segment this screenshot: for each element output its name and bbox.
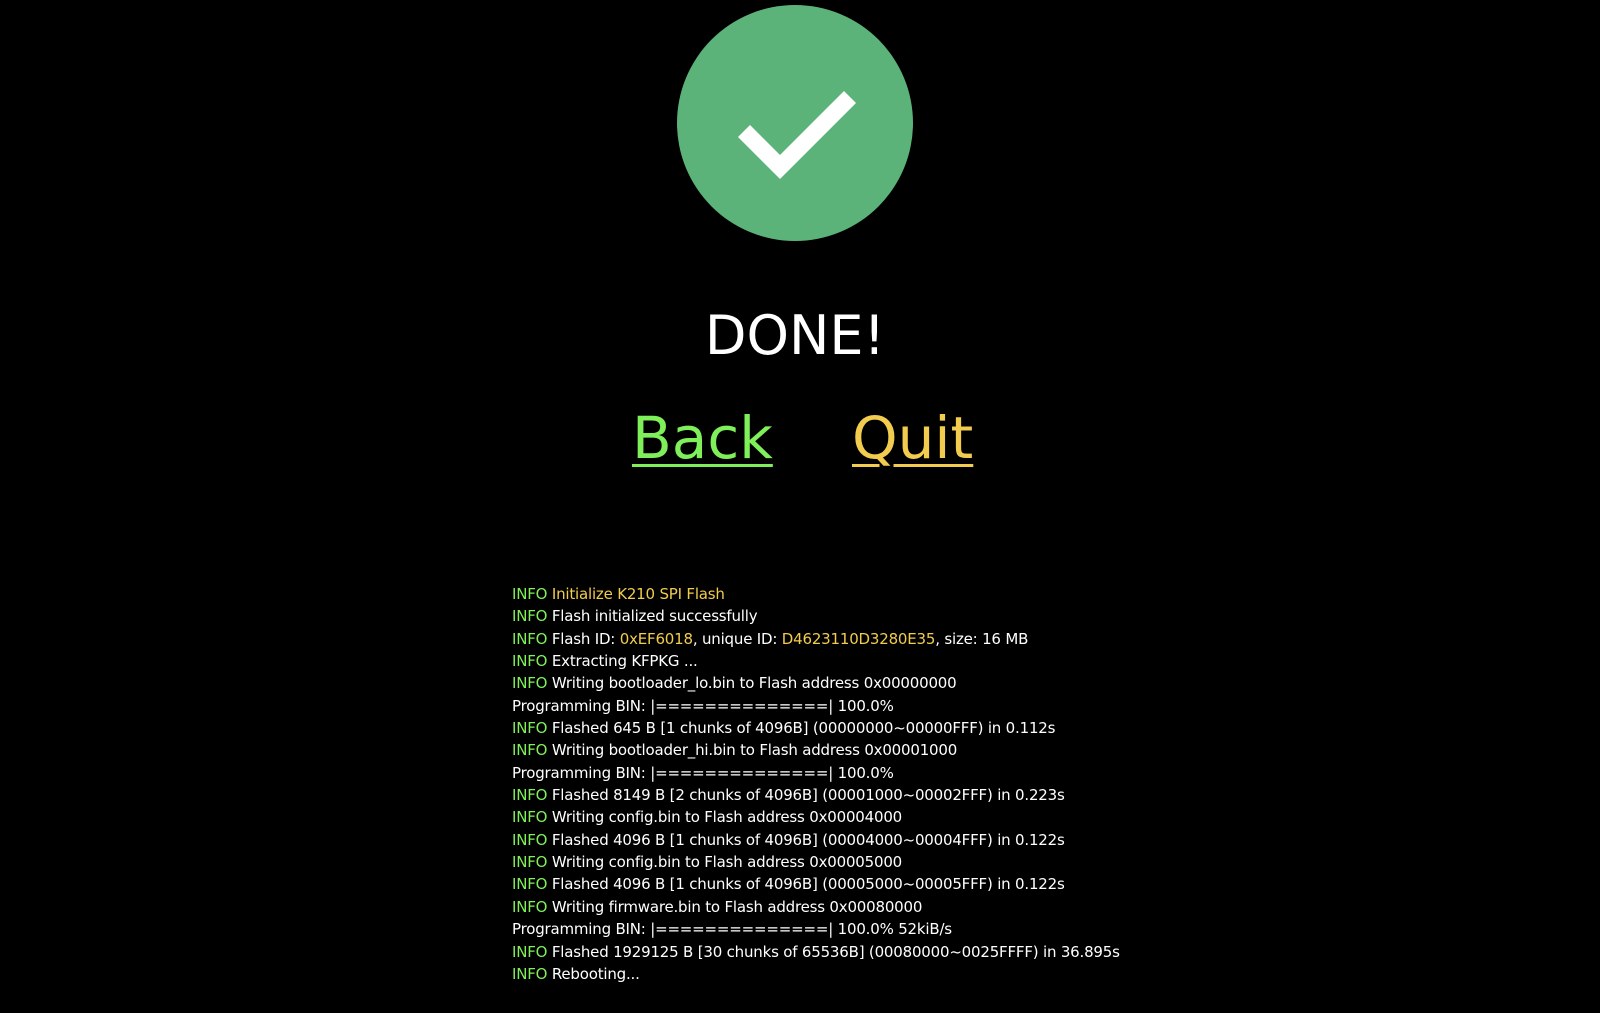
quit-link[interactable]: Quit bbox=[852, 400, 973, 476]
log-line: INFO Flash ID: 0xEF6018, unique ID: D462… bbox=[512, 628, 1512, 650]
log-level: INFO bbox=[512, 830, 548, 849]
checkmark-icon bbox=[737, 90, 857, 180]
log-line: INFO Extracting KFPKG ... bbox=[512, 650, 1512, 672]
success-badge bbox=[677, 5, 913, 241]
log-line: INFO Flashed 4096 B [1 chunks of 4096B] … bbox=[512, 829, 1512, 851]
log-text: , unique ID: bbox=[692, 629, 782, 648]
log-line: INFO Writing config.bin to Flash address… bbox=[512, 851, 1512, 873]
log-line: Programming BIN: |==============| 100.0% bbox=[512, 762, 1512, 784]
log-level: INFO bbox=[512, 719, 548, 738]
log-text: Flashed 1929125 B [30 chunks of 65536B] … bbox=[551, 942, 1120, 961]
back-link[interactable]: Back bbox=[632, 400, 773, 476]
log-line: INFO Writing firmware.bin to Flash addre… bbox=[512, 896, 1512, 918]
log-line: INFO Flashed 4096 B [1 chunks of 4096B] … bbox=[512, 873, 1512, 895]
log-level: INFO bbox=[512, 629, 548, 648]
log-line: INFO Flashed 8149 B [2 chunks of 4096B] … bbox=[512, 784, 1512, 806]
log-text: Flashed 8149 B [2 chunks of 4096B] (0000… bbox=[551, 786, 1065, 805]
log-level: INFO bbox=[512, 897, 548, 916]
log-text: Writing bootloader_lo.bin to Flash addre… bbox=[551, 674, 957, 693]
log-highlight: Initialize K210 SPI Flash bbox=[551, 585, 725, 603]
log-level: INFO bbox=[512, 585, 548, 603]
log-level: INFO bbox=[512, 652, 548, 671]
log-line: Programming BIN: |==============| 100.0% bbox=[512, 695, 1512, 717]
log-text: Writing firmware.bin to Flash address 0x… bbox=[551, 897, 923, 916]
log-line: INFO Flash initialized successfully bbox=[512, 605, 1512, 627]
log-highlight: 0xEF6018 bbox=[619, 629, 693, 648]
log-level: INFO bbox=[512, 808, 548, 827]
log-level: INFO bbox=[512, 853, 548, 872]
log-text: Writing config.bin to Flash address 0x00… bbox=[551, 808, 903, 827]
log-level: INFO bbox=[512, 607, 548, 626]
log-text: Rebooting... bbox=[551, 964, 640, 983]
action-links: Back Quit bbox=[0, 400, 1590, 480]
log-level: INFO bbox=[512, 875, 548, 894]
log-text: Writing bootloader_hi.bin to Flash addre… bbox=[551, 741, 958, 760]
log-line: INFO Writing config.bin to Flash address… bbox=[512, 806, 1512, 828]
log-text: Flash initialized successfully bbox=[551, 607, 758, 626]
flash-log: INFO Initialize K210 SPI Flash INFO Flash… bbox=[512, 583, 1512, 985]
log-text: Flashed 4096 B [1 chunks of 4096B] (0000… bbox=[551, 875, 1065, 894]
status-title: DONE! bbox=[704, 304, 886, 367]
log-level: INFO bbox=[512, 674, 548, 693]
log-text: , size: 16 MB bbox=[935, 629, 1029, 648]
log-line: INFO Writing bootloader_hi.bin to Flash … bbox=[512, 739, 1512, 761]
log-line: INFO Rebooting... bbox=[512, 963, 1512, 985]
log-text: Flash ID: bbox=[551, 629, 620, 648]
log-text: Flashed 645 B [1 chunks of 4096B] (00000… bbox=[551, 719, 1056, 738]
log-line: INFO Initialize K210 SPI Flash bbox=[512, 583, 1512, 605]
log-line: INFO Writing bootloader_lo.bin to Flash … bbox=[512, 672, 1512, 694]
log-text: Programming BIN: |==============| 100.0% bbox=[512, 696, 894, 715]
log-line: Programming BIN: |==============| 100.0%… bbox=[512, 918, 1512, 940]
log-text: Programming BIN: |==============| 100.0% bbox=[512, 763, 894, 782]
log-line: INFO Flashed 645 B [1 chunks of 4096B] (… bbox=[512, 717, 1512, 739]
log-level: INFO bbox=[512, 786, 548, 805]
log-text: Writing config.bin to Flash address 0x00… bbox=[551, 853, 903, 872]
log-line: INFO Flashed 1929125 B [30 chunks of 655… bbox=[512, 941, 1512, 963]
log-text: Programming BIN: |==============| 100.0%… bbox=[512, 920, 952, 939]
log-level: INFO bbox=[512, 964, 548, 983]
log-text: Flashed 4096 B [1 chunks of 4096B] (0000… bbox=[551, 830, 1065, 849]
log-highlight: D4623110D3280E35 bbox=[781, 629, 936, 648]
log-level: INFO bbox=[512, 942, 548, 961]
log-text: Extracting KFPKG ... bbox=[551, 652, 698, 671]
log-level: INFO bbox=[512, 741, 548, 760]
